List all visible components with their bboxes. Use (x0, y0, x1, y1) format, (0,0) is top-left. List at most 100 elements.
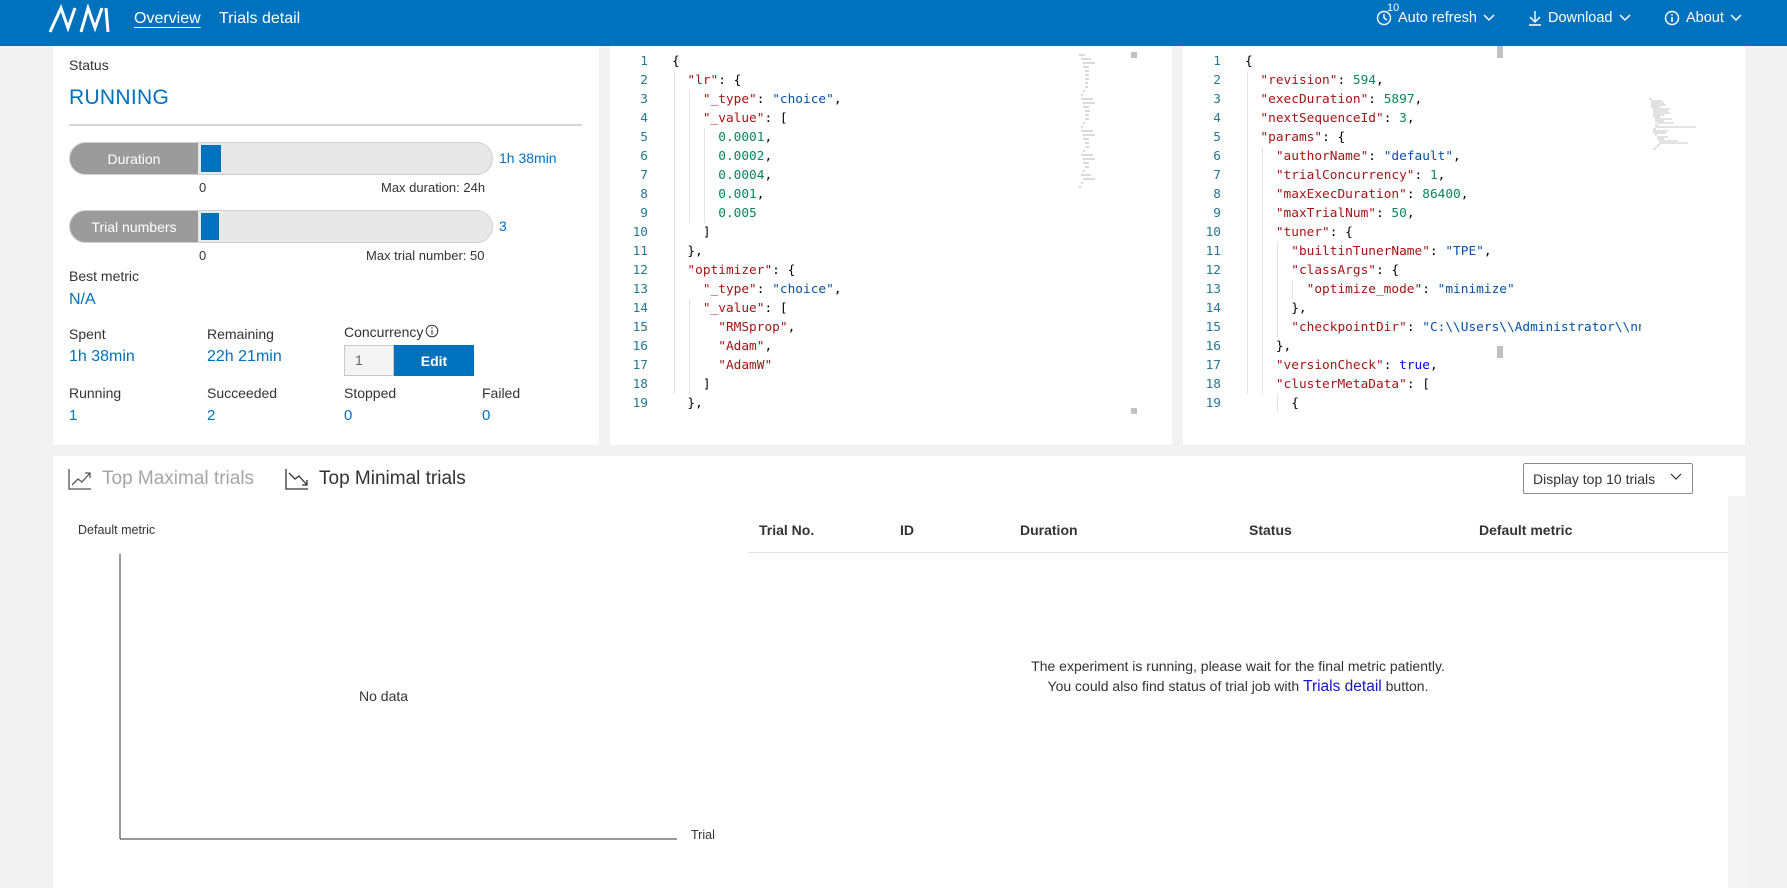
minimap[interactable] (1648, 52, 1698, 202)
line-number: 13 (1205, 282, 1221, 297)
metric-chart (119, 554, 677, 840)
line-number: 4 (1213, 111, 1221, 126)
status-value: RUNNING (69, 86, 170, 109)
scrollbar-top[interactable] (1131, 52, 1137, 58)
line-number: 17 (1205, 358, 1221, 373)
about-label: About (1686, 10, 1724, 26)
line-number: 6 (640, 149, 648, 164)
line-number: 19 (1205, 396, 1221, 411)
trial-numbers-max: Max trial number: 50 (366, 248, 485, 263)
top-navbar: Overview Trials detail 10 Auto refresh D… (0, 0, 1787, 46)
duration-progress: Duration (69, 142, 493, 175)
succeeded-count[interactable]: 2 (207, 407, 215, 424)
spent-label: Spent (69, 326, 106, 342)
auto-refresh-label: Auto refresh (1398, 10, 1477, 26)
edit-concurrency-button[interactable]: Edit (394, 345, 474, 376)
line-number: 7 (1213, 168, 1221, 183)
download-icon (1529, 11, 1541, 26)
line-number: 3 (640, 92, 648, 107)
display-top-trials-select[interactable]: Display top 10 trials (1523, 463, 1693, 494)
column-header-duration[interactable]: Duration (1020, 522, 1078, 538)
nni-logo-icon[interactable] (48, 4, 110, 34)
chevron-down-icon (1670, 473, 1682, 480)
chevron-down-icon (1618, 14, 1631, 22)
scrollbar-bottom[interactable] (1497, 346, 1503, 358)
remaining-label: Remaining (207, 326, 274, 342)
line-number: 7 (640, 168, 648, 183)
trials-detail-link[interactable]: Trials detail (1303, 678, 1382, 695)
table-header-divider (748, 552, 1728, 553)
line-number: 14 (1205, 301, 1221, 316)
line-number: 6 (1213, 149, 1221, 164)
chart-empty-text: No data (359, 688, 409, 704)
select-value: Display top 10 trials (1533, 470, 1656, 487)
line-number: 15 (632, 320, 648, 335)
line-number: 19 (632, 396, 648, 411)
spent-value: 1h 38min (69, 348, 135, 365)
failed-label: Failed (482, 385, 521, 401)
info-icon[interactable] (425, 324, 439, 338)
trial-numbers-min: 0 (199, 248, 207, 263)
trial-numbers-label: Trial numbers (70, 211, 198, 242)
line-number: 14 (632, 301, 648, 316)
line-number: 2 (1213, 73, 1221, 88)
about-menu[interactable]: About (1664, 10, 1742, 26)
trial-numbers-value: 3 (499, 218, 507, 234)
scrollbar[interactable] (1728, 496, 1745, 888)
best-metric-value: N/A (69, 291, 96, 308)
line-number: 16 (1205, 339, 1221, 354)
download-label: Download (1548, 10, 1613, 26)
succeeded-label: Succeeded (207, 385, 278, 401)
line-numbers: 1 2 3 4 5 6 7 8 9 10 11 12 13 14 15 16 17 18 19 (1183, 52, 1221, 412)
chevron-down-icon (1730, 14, 1742, 22)
line-number: 8 (1213, 187, 1221, 202)
line-number: 13 (632, 282, 648, 297)
clock-icon (1376, 10, 1392, 26)
duration-progress-fill (201, 145, 221, 172)
line-number: 5 (1213, 130, 1221, 145)
line-number: 11 (632, 244, 648, 259)
code-view[interactable]: 1 2 3 4 5 6 7 8 9 10 11 12 13 14 15 16 17 18 19 { "revisio… (1183, 52, 1641, 412)
stopped-count[interactable]: 0 (344, 407, 352, 424)
scrollbar-bottom[interactable] (1131, 408, 1137, 414)
line-number: 3 (1213, 92, 1221, 107)
code-text: { "lr": { "_type": "choice", "_value": [… (672, 54, 842, 411)
status-label: Status (69, 57, 109, 73)
line-number: 11 (1205, 244, 1221, 259)
empty-message-suffix: button. (1385, 678, 1429, 694)
config-editor[interactable]: 1 2 3 4 5 6 7 8 9 10 11 12 13 14 15 16 17 18 19 { "revisio… (1183, 46, 1745, 445)
stopped-label: Stopped (344, 385, 397, 401)
line-number: 4 (640, 111, 648, 126)
line-number: 12 (632, 263, 648, 278)
column-header-status[interactable]: Status (1249, 522, 1292, 538)
line-number: 17 (632, 358, 648, 373)
code-text: { "revision": 594, "execDuration": 5897,… (1245, 54, 1641, 411)
remaining-value: 22h 21min (207, 348, 282, 365)
download-menu[interactable]: Download (1528, 10, 1631, 26)
concurrency-input[interactable]: 1 (344, 345, 394, 376)
column-header-default-metric[interactable]: Default metric (1479, 522, 1572, 538)
search-space-editor[interactable]: 1 2 3 4 5 6 7 8 9 10 11 12 13 14 15 16 17 18 19 { "lr": { … (610, 46, 1172, 445)
line-number: 1 (640, 54, 648, 69)
nav-overview[interactable]: Overview (134, 10, 201, 28)
nav-trials-detail[interactable]: Trials detail (219, 10, 300, 28)
best-metric-label: Best metric (69, 268, 140, 284)
line-number: 18 (632, 377, 648, 392)
column-header-trial-no[interactable]: Trial No. (759, 522, 814, 538)
empty-message-line2: You could also find status of trial job … (748, 678, 1728, 696)
duration-value: 1h 38min (499, 150, 557, 166)
info-icon (1664, 10, 1680, 26)
running-count[interactable]: 1 (69, 407, 77, 424)
code-view[interactable]: 1 2 3 4 5 6 7 8 9 10 11 12 13 14 15 16 17 18 19 { "lr": { … (610, 52, 1150, 412)
divider (69, 124, 582, 126)
line-number: 1 (1213, 54, 1221, 69)
column-header-id[interactable]: ID (900, 522, 914, 538)
minimap[interactable] (1077, 52, 1097, 202)
line-number: 15 (1205, 320, 1221, 335)
chart-x-label: Trial (691, 828, 715, 842)
auto-refresh-menu[interactable]: Auto refresh (1376, 10, 1495, 26)
failed-count[interactable]: 0 (482, 407, 490, 424)
concurrency-label: Concurrency (344, 324, 424, 340)
scrollbar-top[interactable] (1497, 46, 1503, 58)
line-number: 8 (640, 187, 648, 202)
